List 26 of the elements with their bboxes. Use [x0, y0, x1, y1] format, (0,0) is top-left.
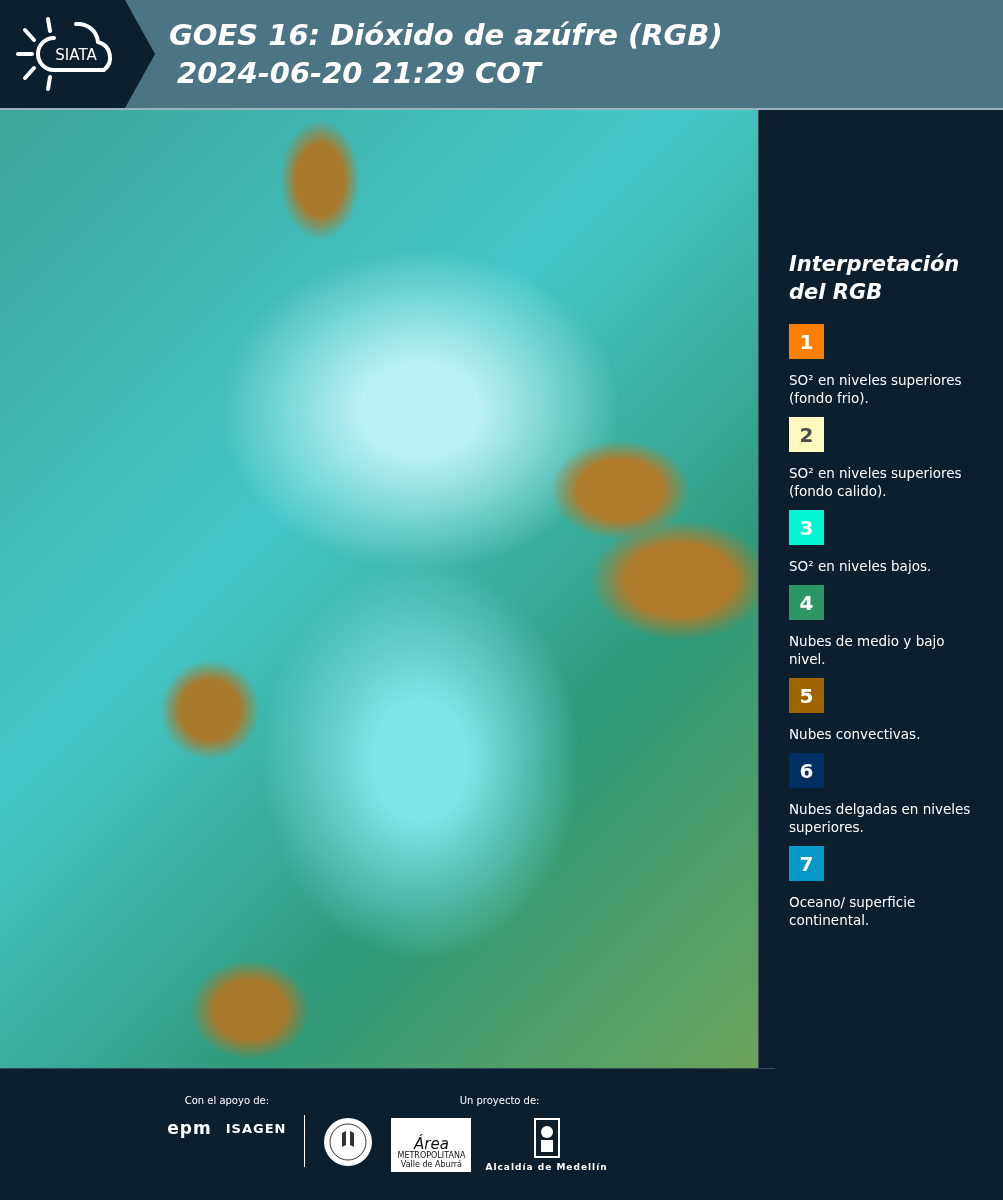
legend-label: SO² en niveles bajos. [789, 557, 933, 575]
alcaldia-logo: Alcaldía de Medellín [485, 1162, 608, 1172]
legend-label: Nubes de medio y bajo nivel. [789, 632, 946, 668]
support-label: Con el apoyo de: [184, 1095, 270, 1106]
legend-title: Interpretación del RGB [789, 251, 961, 306]
legend-swatch: 5 [789, 678, 824, 713]
page-title: GOES 16: Dióxido de azúfre (RGB) [169, 17, 723, 53]
legend-swatch: 6 [789, 753, 824, 788]
legend-swatch: 4 [789, 585, 824, 620]
legend-swatch: 3 [789, 510, 824, 545]
coat-of-arms-icon [533, 1118, 560, 1158]
project-label: Un proyecto de: [459, 1095, 540, 1106]
legend-label: Oceano/ superficie continental. [789, 893, 917, 929]
legend-label: SO² en niveles superiores (fondo calido). [789, 464, 963, 500]
sun-cloud-logo: SIATA [14, 16, 120, 92]
legend-swatch: 1 [789, 324, 824, 359]
legend-label: Nubes delgadas en niveles superiores. [789, 800, 972, 836]
legend-swatch: 7 [789, 846, 824, 881]
page-title: 2024-06-20 21:29 COT [176, 55, 544, 91]
area-logo: Área METROPOLITANA Valle de Aburrá [391, 1118, 472, 1172]
seal-icon [323, 1117, 374, 1167]
isagen-logo: ISAGEN [225, 1120, 287, 1136]
legend-label: Nubes convectivas. [789, 725, 922, 743]
legend-swatch: 2 [789, 417, 824, 452]
epm-logo: epm [167, 1118, 212, 1138]
legend-label: SO² en niveles superiores (fondo frio). [789, 371, 963, 407]
